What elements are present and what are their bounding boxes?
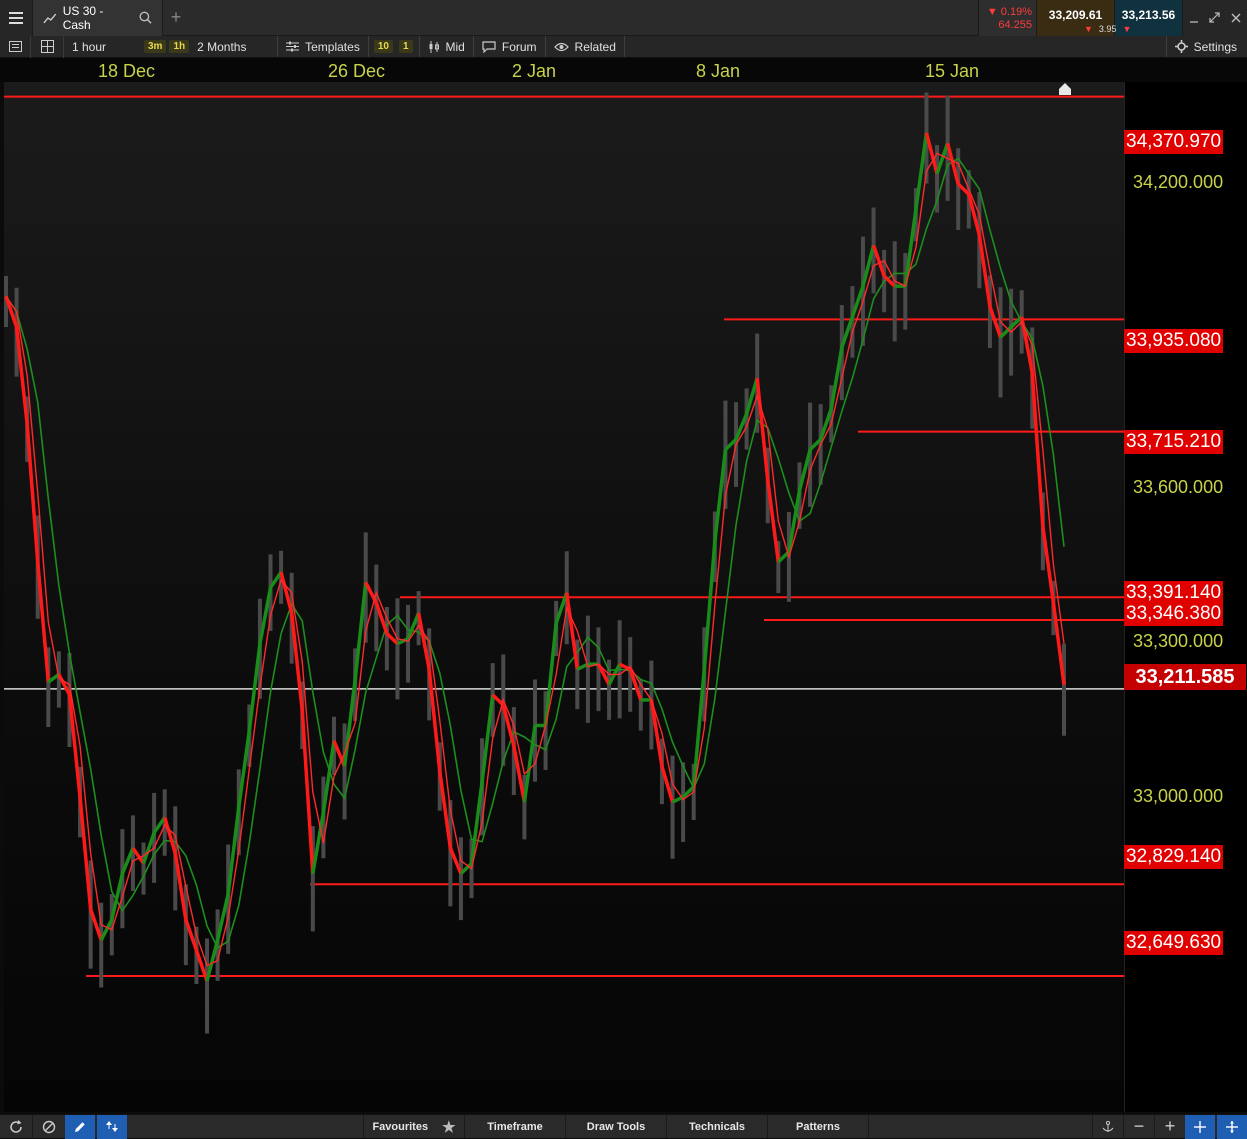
anchor-icon[interactable] xyxy=(1092,1114,1123,1139)
level-tag[interactable]: 33,346.380 xyxy=(1124,602,1224,626)
down-arrow-icon: ▼ xyxy=(986,5,998,18)
draw-tools-button[interactable]: Draw Tools xyxy=(565,1115,666,1138)
star-icon: ★ xyxy=(442,1118,456,1136)
zoom-out-icon[interactable]: − xyxy=(1123,1114,1154,1139)
spread-indicator: ▼ 3.95 ▼ xyxy=(1084,24,1131,34)
technicals-button[interactable]: Technicals xyxy=(666,1115,767,1138)
chart-toolbar: 1 hour 3m 1h 2 Months Templates 10 1 Mid… xyxy=(0,35,1247,58)
refresh-icon[interactable] xyxy=(0,1115,32,1139)
move-icon[interactable] xyxy=(1217,1114,1247,1139)
badge-10[interactable]: 10 xyxy=(373,40,393,53)
zoom-in-icon[interactable]: + xyxy=(1154,1114,1185,1139)
forum-button[interactable]: Forum xyxy=(474,36,545,57)
price-segment-down xyxy=(25,423,40,563)
current-price-tag: 33,211.585 xyxy=(1124,664,1246,690)
interval-select[interactable]: 1 hour xyxy=(64,36,144,57)
level-tag[interactable]: 32,649.630 xyxy=(1124,931,1224,955)
price-segment-up xyxy=(543,623,558,726)
eye-icon xyxy=(553,42,569,51)
patterns-button[interactable]: Patterns xyxy=(767,1115,869,1138)
date-label: 2 Jan xyxy=(512,61,557,81)
templates-button[interactable]: Templates xyxy=(278,36,368,57)
crosshair-icon[interactable] xyxy=(1185,1114,1215,1139)
axis-tick: 34,200.000 xyxy=(1133,172,1224,192)
bottom-toolbar: Favourites ★ Timeframe Draw Tools Techni… xyxy=(0,1114,1247,1139)
instrument-tab[interactable]: US 30 - Cash xyxy=(33,0,163,36)
price-segment-down xyxy=(78,796,93,910)
pencil-icon[interactable] xyxy=(65,1114,95,1139)
add-tab-icon[interactable]: + xyxy=(163,0,189,36)
price-change: ▼ 0.19% 64.255 xyxy=(978,0,1036,36)
badge-1[interactable]: 1 xyxy=(398,40,413,53)
change-percent: 0.19% xyxy=(1000,5,1032,18)
magnet-icon[interactable] xyxy=(97,1114,127,1139)
minimize-icon[interactable] xyxy=(1183,0,1204,36)
chat-bubble-icon xyxy=(482,40,496,53)
change-points: 64.255 xyxy=(998,18,1032,31)
level-tag[interactable]: 33,715.210 xyxy=(1124,430,1224,454)
price-chart[interactable] xyxy=(4,82,1124,1112)
instrument-name: US 30 - Cash xyxy=(62,3,104,32)
level-tag[interactable]: 32,829.140 xyxy=(1124,845,1224,869)
date-label: 8 Jan xyxy=(696,61,741,81)
candles-icon xyxy=(429,40,439,53)
price-segment-down xyxy=(35,561,51,683)
no-entry-icon[interactable] xyxy=(32,1114,65,1139)
mid-price-button[interactable]: Mid xyxy=(420,36,473,57)
level-tag[interactable]: 33,935.080 xyxy=(1124,329,1224,353)
expand-icon[interactable] xyxy=(1204,0,1225,36)
menu-icon[interactable] xyxy=(0,0,33,36)
favourites-button[interactable]: Favourites ★ xyxy=(363,1115,464,1138)
layout-grid-icon[interactable] xyxy=(31,35,64,58)
spread-down-icon-2: ▼ xyxy=(1122,24,1132,34)
date-label: 26 Dec xyxy=(328,61,386,81)
search-icon[interactable] xyxy=(139,11,152,24)
home-icon[interactable] xyxy=(1058,82,1072,96)
timeframe-button[interactable]: Timeframe xyxy=(464,1115,565,1138)
sliders-icon xyxy=(286,41,300,52)
price-segment-up xyxy=(237,730,252,808)
price-segment-up xyxy=(903,209,918,287)
window-title-bar: US 30 - Cash + ▼ 0.19% 64.255 33,209.61 … xyxy=(0,0,1247,36)
layout-list-icon[interactable] xyxy=(0,35,31,58)
spread-value: 3.95 xyxy=(1098,24,1117,34)
date-label: 15 Jan xyxy=(925,61,980,81)
axis-tick: 33,000.000 xyxy=(1133,786,1224,806)
quick-interval-1h[interactable]: 1h xyxy=(169,40,190,53)
axis-tick: 33,300.000 xyxy=(1133,631,1224,651)
price-plot[interactable] xyxy=(4,82,1124,1112)
axis-tick: 33,600.000 xyxy=(1133,477,1224,497)
quick-interval-3m[interactable]: 3m xyxy=(144,40,167,53)
level-tag[interactable]: 34,370.970 xyxy=(1124,130,1224,154)
date-axis: 18 Dec 26 Dec 2 Jan 8 Jan 15 Jan xyxy=(0,58,1247,82)
spread-down-icon: ▼ xyxy=(1084,24,1093,34)
price-segment-up xyxy=(702,541,717,670)
close-icon[interactable] xyxy=(1226,0,1247,36)
gear-icon xyxy=(1174,40,1188,53)
settings-button[interactable]: Settings xyxy=(1167,36,1247,57)
chart-line-icon xyxy=(43,13,57,23)
related-button[interactable]: Related xyxy=(546,36,624,57)
range-select[interactable]: 2 Months xyxy=(189,36,277,57)
date-label: 18 Dec xyxy=(98,61,156,81)
